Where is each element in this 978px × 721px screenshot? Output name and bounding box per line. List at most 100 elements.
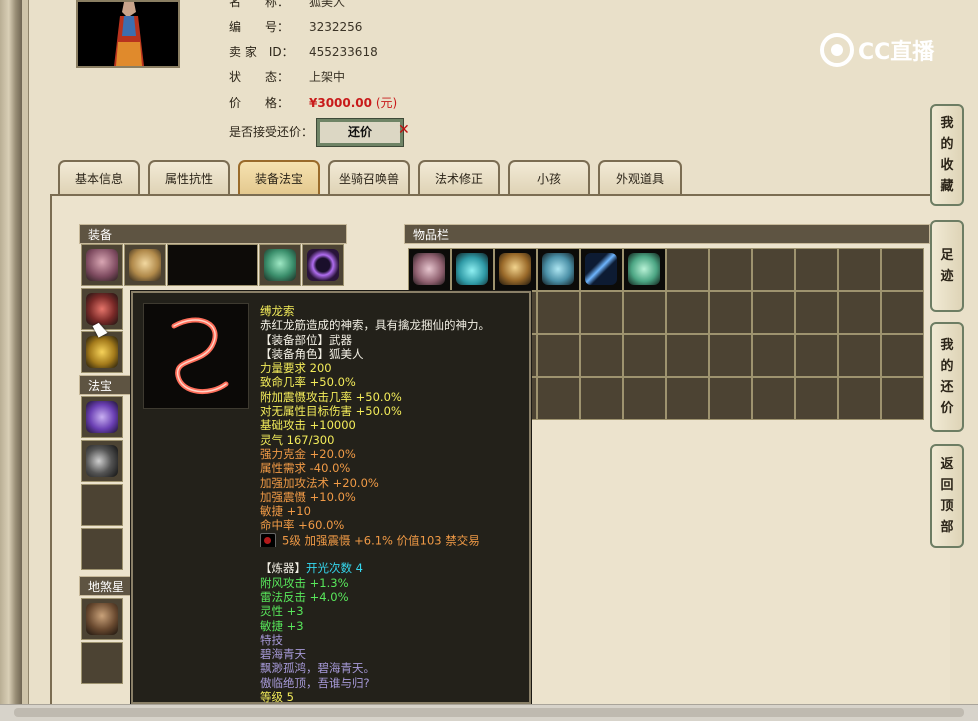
equip-slot-necklace[interactable] [124, 244, 166, 286]
inventory-slot[interactable] [537, 248, 580, 291]
inventory-slot[interactable] [795, 377, 838, 420]
status-label: 状 态： [229, 70, 290, 84]
tooltip-line: 附加震慑攻击几率 +50.0% [260, 389, 402, 404]
inventory-slot[interactable] [881, 248, 924, 291]
inventory-slot[interactable] [838, 377, 881, 420]
tooltip-line: 附风攻击 +1.3% [260, 575, 349, 590]
tooltip-line: 【炼器】开光次数 4 [260, 561, 363, 576]
back-to-top-button[interactable]: 返回顶部 [930, 444, 964, 548]
inventory-slot[interactable] [451, 248, 494, 291]
tooltip-line: 【装备角色】狐美人 [260, 346, 364, 361]
inventory-slot[interactable] [537, 377, 580, 420]
inventory-slot[interactable] [838, 334, 881, 377]
earth-star-slot-1[interactable] [81, 598, 123, 640]
inventory-slot[interactable] [881, 334, 924, 377]
inventory-slot[interactable] [752, 291, 795, 334]
inventory-slot[interactable] [580, 248, 623, 291]
tab-appearance[interactable]: 外观道具 [598, 160, 682, 194]
id-row: 编 号： 3232256 [229, 18, 362, 36]
inventory-slot[interactable] [537, 334, 580, 377]
inventory-slot[interactable] [666, 377, 709, 420]
tooltip-line: 【装备部位】武器 [260, 332, 352, 347]
treasure-slot-4[interactable] [81, 528, 123, 570]
inventory-slot[interactable] [752, 377, 795, 420]
my-bargains-button[interactable]: 我的还价 [930, 322, 964, 432]
tab-spell-mods[interactable]: 法术修正 [418, 160, 500, 194]
inventory-slot[interactable] [795, 248, 838, 291]
tab-mounts-pets[interactable]: 坐骑召唤兽 [328, 160, 410, 194]
inventory-slot[interactable] [838, 248, 881, 291]
tab-child[interactable]: 小孩 [508, 160, 590, 194]
inventory-slot[interactable] [623, 248, 666, 291]
inventory-slot[interactable] [752, 248, 795, 291]
inventory-slot[interactable] [709, 248, 752, 291]
inventory-item-icon [628, 253, 660, 285]
equipment-header: 装备 [79, 224, 347, 244]
inventory-slot[interactable] [881, 291, 924, 334]
tooltip-line: 属性需求 -40.0% [260, 461, 351, 476]
tab-equipment[interactable]: 装备法宝 [238, 160, 320, 194]
seller-row: 卖 家 ID： 455233618 [229, 43, 378, 61]
tooltip-line: 基础攻击 +10000 [260, 418, 356, 433]
inventory-slot[interactable] [752, 334, 795, 377]
name-row: 名 称： 狐美人 [229, 0, 345, 11]
tab-basic-info[interactable]: 基本信息 [58, 160, 140, 194]
status-row: 状 态： 上架中 [229, 68, 345, 86]
bargain-button[interactable]: 还价 [316, 118, 404, 147]
my-favorites-button[interactable]: 我的收藏 [930, 104, 964, 206]
inventory-slot[interactable] [623, 334, 666, 377]
tooltip-line: 敏捷 +3 [260, 618, 304, 633]
inventory-slot[interactable] [623, 291, 666, 334]
inventory-slot[interactable] [494, 248, 537, 291]
inventory-slot[interactable] [709, 334, 752, 377]
inventory-item-icon [585, 253, 617, 285]
tooltip-line: 5级 加强震慑 +6.1% 价值103 禁交易 [260, 532, 525, 548]
tooltip-line: 灵气 167/300 [260, 432, 335, 447]
tooltip-line: 赤红龙筋造成的神索，具有擒龙捆仙的神力。 [260, 318, 490, 333]
tooltip-line: 飘渺孤鸿，碧海青天。 [260, 661, 375, 676]
inventory-slot[interactable] [795, 334, 838, 377]
footprint-button[interactable]: 足迹 [930, 220, 964, 312]
treasure-slot-2[interactable] [81, 440, 123, 482]
tooltip-line: 雷法反击 +4.0% [260, 589, 349, 604]
treasure-slot-1[interactable] [81, 396, 123, 438]
inventory-slot[interactable] [580, 377, 623, 420]
inventory-slot[interactable] [408, 248, 451, 291]
my-favorites-label: 我的收藏 [940, 116, 954, 194]
inventory-slot[interactable] [580, 291, 623, 334]
inventory-slot[interactable] [795, 291, 838, 334]
scrollbar-thumb[interactable] [14, 708, 964, 717]
equip-slot-ring[interactable] [302, 244, 344, 286]
treasure-slot-3[interactable] [81, 484, 123, 526]
inventory-slot[interactable] [709, 291, 752, 334]
tooltip-line: 力量要求 200 [260, 361, 332, 376]
inventory-slot[interactable] [881, 377, 924, 420]
earth-star-header: 地煞星 [79, 576, 131, 596]
equip-slot-belt[interactable] [81, 331, 123, 373]
inventory-slot[interactable] [580, 334, 623, 377]
inventory-slot[interactable] [666, 334, 709, 377]
id-value: 3232256 [309, 20, 363, 34]
seller-label: 卖 家 ID： [229, 45, 294, 59]
inventory-item-icon [456, 253, 488, 285]
equip-slot-helmet[interactable] [81, 244, 123, 286]
equip-slot-center[interactable] [167, 244, 258, 286]
inventory-slot[interactable] [666, 248, 709, 291]
equip-slot-mask[interactable] [259, 244, 301, 286]
horizontal-scrollbar[interactable] [0, 704, 978, 721]
inventory-slot[interactable] [666, 291, 709, 334]
name-label: 名 称： [229, 0, 290, 9]
tab-attributes[interactable]: 属性抗性 [148, 160, 230, 194]
inventory-slot[interactable] [623, 377, 666, 420]
tooltip-text: 缚龙索 赤红龙筋造成的神索，具有擒龙捆仙的神力。 【装备部位】武器 【装备角色】狐美人… [260, 304, 525, 704]
back-to-top-label: 返回顶部 [940, 457, 954, 535]
earth-star-slot-2[interactable] [81, 642, 123, 684]
tooltip-line: 傲临绝顶，吾谁与归? [260, 675, 370, 690]
inventory-slot[interactable] [838, 291, 881, 334]
inventory-slot[interactable] [537, 291, 580, 334]
inventory-slot[interactable] [709, 377, 752, 420]
item-tooltip: 缚龙索 赤红龙筋造成的神索，具有擒龙捆仙的神力。 【装备部位】武器 【装备角色】狐美人… [131, 291, 531, 704]
id-label: 编 号： [229, 20, 290, 34]
price-row: 价 格： ¥3000.00 (元) [229, 94, 397, 112]
tooltip-line: 对无属性目标伤害 +50.0% [260, 404, 402, 419]
